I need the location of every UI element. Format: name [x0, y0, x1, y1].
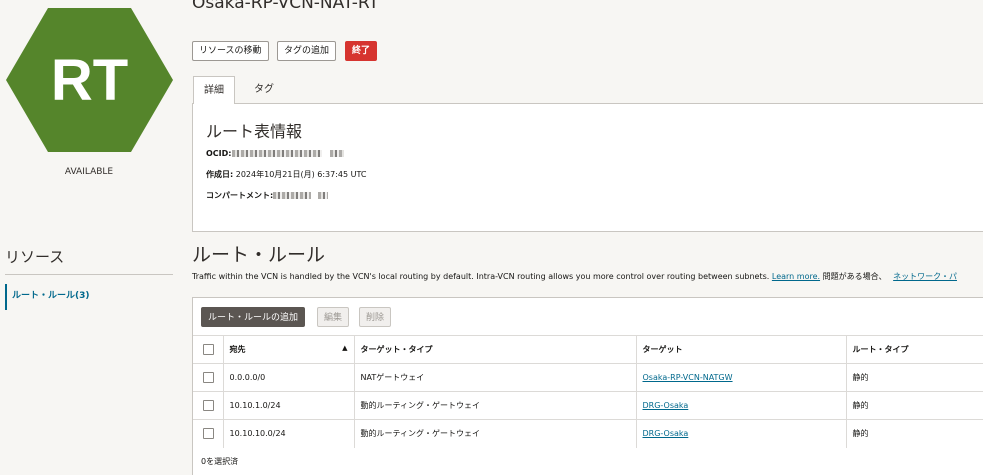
resources-heading: リソース	[5, 248, 65, 266]
sort-ascending-icon[interactable]: ▲	[342, 344, 347, 352]
tab-details[interactable]: 詳細	[193, 76, 235, 104]
cell-target: DRG-Osaka	[635, 419, 846, 448]
route-rules-table-panel: ルート・ルールの追加 編集 削除 宛先 ▲ ターゲット・タイプ ターゲット ルート…	[192, 297, 983, 475]
table-header-row: 宛先 ▲ ターゲット・タイプ ターゲット ルート・タイプ	[193, 335, 983, 364]
compartment-redacted-suffix	[317, 192, 328, 199]
route-table-hex-icon: RT	[6, 8, 173, 152]
selected-count: 0を選択済	[201, 457, 239, 466]
route-rules-description: Traffic within the VCN is handled by the…	[192, 271, 957, 282]
help-text: 問題がある場合、	[822, 272, 887, 281]
target-link[interactable]: DRG-Osaka	[643, 429, 689, 438]
created-value: 2024年10月21日(月) 6:37:45 UTC	[235, 170, 367, 179]
edit-button[interactable]: 編集	[317, 307, 350, 327]
resources-divider	[5, 274, 173, 275]
ocid-row: OCID:	[206, 149, 345, 158]
row-checkbox-cell	[193, 419, 223, 448]
row-checkbox-cell	[193, 391, 223, 420]
route-rules-table: 宛先 ▲ ターゲット・タイプ ターゲット ルート・タイプ 0.0.0.0/0 NA…	[193, 335, 983, 448]
sidebar-item-route-rules[interactable]: ルート・ルール(3)	[5, 284, 90, 310]
learn-more-link[interactable]: Learn more.	[772, 272, 820, 281]
cell-destination: 0.0.0.0/0	[222, 363, 354, 392]
table-row: 10.10.10.0/24 動的ルーティング・ゲートウェイ DRG-Osaka …	[193, 419, 983, 448]
cell-destination: 10.10.10.0/24	[222, 419, 354, 448]
page-title: Osaka-RP-VCN-NAT-RT	[192, 0, 379, 13]
ocid-redacted-suffix	[330, 150, 345, 157]
column-header-destination[interactable]: 宛先 ▲	[222, 335, 354, 364]
row-checkbox[interactable]	[203, 400, 214, 411]
compartment-redacted	[273, 192, 312, 199]
add-tag-button[interactable]: タグの追加	[277, 41, 337, 61]
status-label: AVAILABLE	[64, 167, 114, 177]
route-rules-heading: ルート・ルール	[192, 244, 326, 266]
move-resource-button[interactable]: リソースの移動	[192, 41, 269, 61]
table-row: 10.10.1.0/24 動的ルーティング・ゲートウェイ DRG-Osaka 静…	[193, 391, 983, 420]
target-link[interactable]: DRG-Osaka	[643, 401, 689, 410]
cell-target-type: NATゲートウェイ	[353, 363, 636, 392]
resource-icon-text: RT	[51, 48, 128, 113]
network-path-link[interactable]: ネットワーク・パ	[893, 272, 957, 281]
select-all-cell	[193, 335, 223, 364]
row-checkbox[interactable]	[203, 428, 214, 440]
ocid-redacted	[231, 150, 322, 157]
cell-route-type: 静的	[845, 419, 983, 448]
info-title: ルート表情報	[206, 122, 303, 141]
add-route-rule-button[interactable]: ルート・ルールの追加	[201, 307, 306, 327]
column-header-target-type[interactable]: ターゲット・タイプ	[353, 335, 636, 364]
created-label: 作成日:	[206, 170, 234, 179]
cell-target: Osaka-RP-VCN-NATGW	[635, 363, 846, 392]
cell-route-type: 静的	[845, 391, 983, 420]
compartment-label: コンパートメント:	[206, 191, 274, 200]
cell-target: DRG-Osaka	[635, 391, 846, 420]
row-checkbox-cell	[193, 363, 223, 392]
route-table-info-panel: ルート表情報 OCID: 作成日: 2024年10月21日(月) 6:37:45…	[192, 103, 983, 232]
created-row: 作成日: 2024年10月21日(月) 6:37:45 UTC	[206, 169, 367, 180]
cell-target-type: 動的ルーティング・ゲートウェイ	[353, 419, 636, 448]
tab-tags[interactable]: タグ	[244, 76, 284, 103]
delete-button[interactable]: 削除	[359, 307, 392, 327]
cell-target-type: 動的ルーティング・ゲートウェイ	[353, 391, 636, 420]
ocid-label: OCID:	[206, 149, 232, 158]
table-row: 0.0.0.0/0 NATゲートウェイ Osaka-RP-VCN-NATGW 静…	[193, 363, 983, 392]
terminate-button[interactable]: 終了	[345, 41, 378, 61]
cell-route-type: 静的	[845, 363, 983, 392]
column-header-route-type[interactable]: ルート・タイプ	[845, 335, 983, 364]
cell-destination: 10.10.1.0/24	[222, 391, 354, 420]
column-header-target[interactable]: ターゲット	[635, 335, 846, 364]
target-link[interactable]: Osaka-RP-VCN-NATGW	[643, 373, 733, 382]
route-rules-description-text: Traffic within the VCN is handled by the…	[192, 272, 770, 281]
select-all-checkbox[interactable]	[203, 344, 214, 355]
compartment-row: コンパートメント:	[206, 190, 328, 201]
row-checkbox[interactable]	[203, 372, 214, 383]
